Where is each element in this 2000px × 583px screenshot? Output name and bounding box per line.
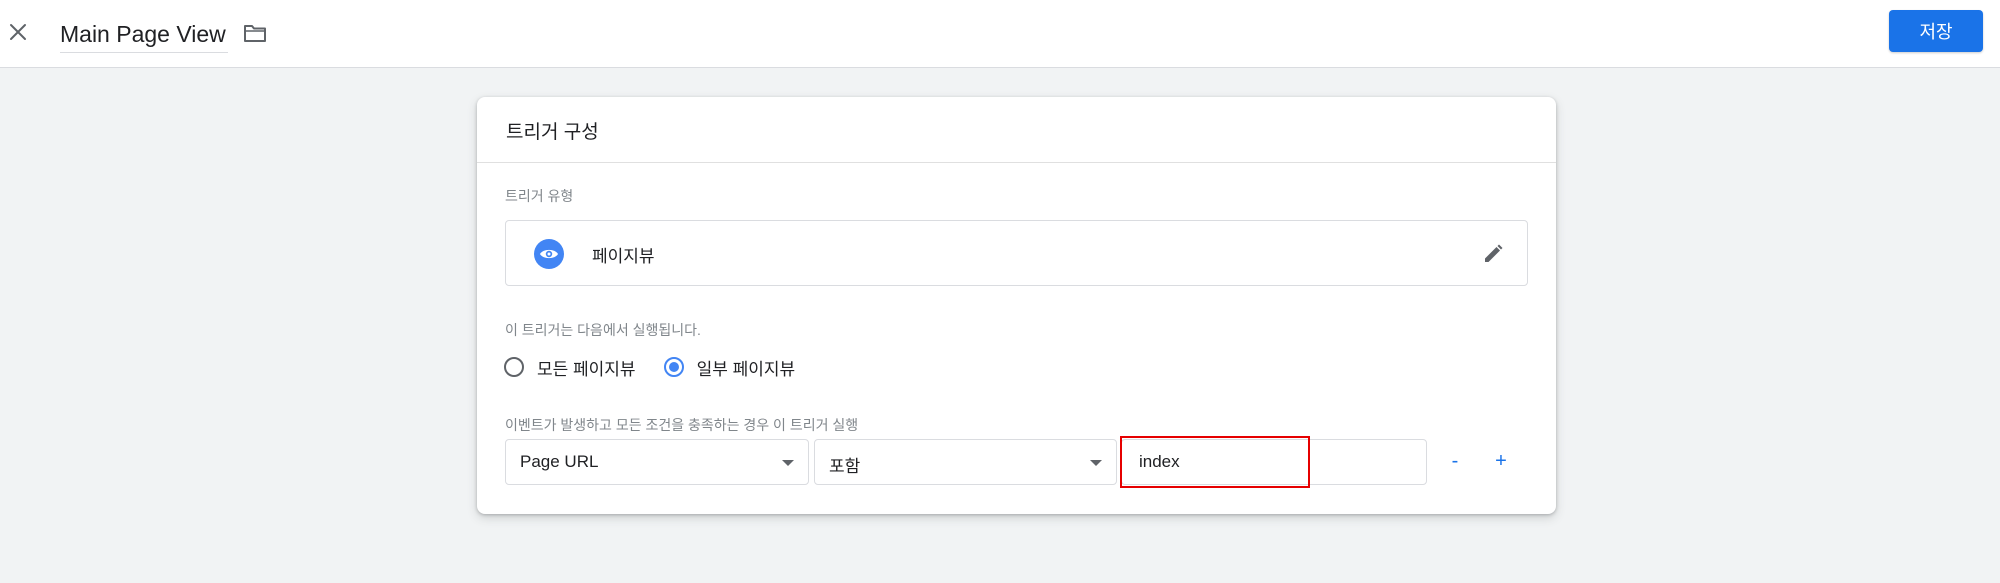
condition-label: 이벤트가 발생하고 모든 조건을 충족하는 경우 이 트리거 실행 <box>505 417 859 433</box>
variable-select-value: Page URL <box>520 452 599 471</box>
radio-button-checked[interactable] <box>663 357 684 377</box>
trigger-type-name: 페이지뷰 <box>592 247 655 266</box>
card-header: 트리거 구성 <box>477 97 1556 163</box>
pencil-icon <box>1485 244 1503 262</box>
dropdown-arrow-icon <box>782 460 794 466</box>
fires-on-radio-group: 모든 페이지뷰 일부 페이지뷰 <box>504 352 823 382</box>
operator-select[interactable]: 포함 <box>814 439 1117 485</box>
top-bar: Main Page View 저장 <box>0 0 2000 68</box>
title-field[interactable]: Main Page View <box>60 16 228 53</box>
close-icon <box>10 24 26 40</box>
save-button[interactable]: 저장 <box>1889 10 1983 52</box>
page-title: Main Page View <box>60 21 226 47</box>
edit-trigger-type-button[interactable] <box>1479 240 1507 268</box>
folder-icon <box>244 25 266 42</box>
folder-button[interactable] <box>240 18 270 48</box>
card-title: 트리거 구성 <box>506 122 599 143</box>
add-condition-button[interactable]: + <box>1484 444 1518 478</box>
close-button[interactable] <box>4 14 32 50</box>
trigger-type-label: 트리거 유형 <box>505 188 574 204</box>
trigger-type-selector[interactable]: 페이지뷰 <box>505 220 1528 286</box>
dropdown-arrow-icon <box>1090 460 1102 466</box>
radio-label: 모든 페이지뷰 <box>537 359 636 379</box>
radio-some-pageviews[interactable]: 일부 페이지뷰 <box>663 355 796 380</box>
radio-dot <box>668 362 679 372</box>
trigger-config-card: 트리거 구성 트리거 유형 페이지뷰 이 트리거는 다음에서 실행됩니다. 모든… <box>477 97 1556 514</box>
operator-select-value: 포함 <box>829 457 861 476</box>
remove-condition-button[interactable]: - <box>1438 444 1472 478</box>
eye-icon <box>534 239 564 269</box>
radio-button-unchecked[interactable] <box>504 357 524 377</box>
variable-select[interactable]: Page URL <box>505 439 809 485</box>
condition-value-input[interactable] <box>1121 439 1427 485</box>
fires-on-label: 이 트리거는 다음에서 실행됩니다. <box>505 322 701 338</box>
radio-all-pageviews[interactable]: 모든 페이지뷰 <box>504 355 636 380</box>
radio-label: 일부 페이지뷰 <box>696 359 796 379</box>
